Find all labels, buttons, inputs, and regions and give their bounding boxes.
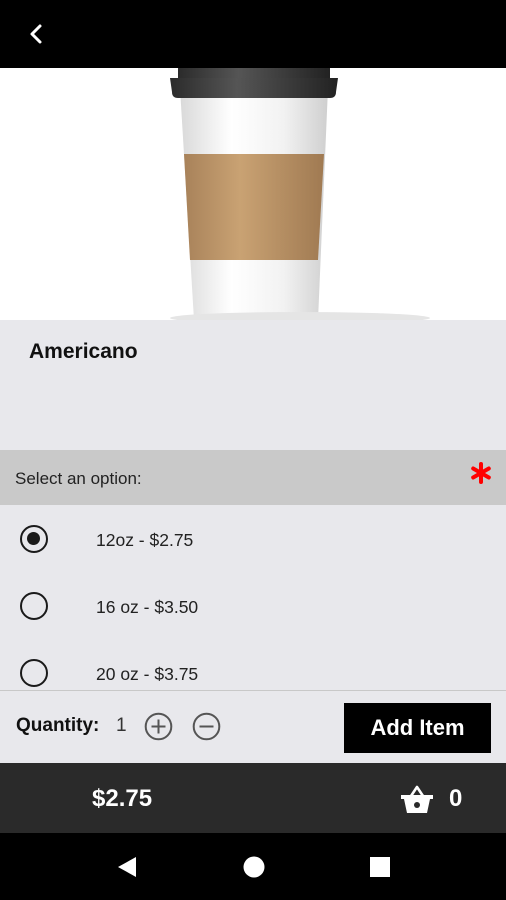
product-name: Americano (29, 340, 138, 363)
system-nav-bar (0, 833, 506, 900)
required-asterisk-icon (471, 462, 491, 484)
quantity-value: 1 (116, 715, 127, 736)
coffee-cup-image (170, 68, 430, 320)
nav-recents-button[interactable] (366, 853, 394, 881)
chevron-left-icon (30, 24, 42, 44)
app-top-bar (0, 0, 506, 68)
radio-button[interactable] (20, 659, 48, 687)
radio-button-selected[interactable] (20, 525, 48, 553)
product-title-area: Americano (0, 320, 506, 450)
product-image (0, 68, 506, 320)
quantity-bar: Quantity: 1 Add Item (0, 690, 506, 763)
square-recents-icon (370, 857, 390, 877)
option-row-12oz[interactable]: 12oz - $2.75 (0, 505, 506, 565)
radio-button[interactable] (20, 592, 48, 620)
plus-circle-icon[interactable] (144, 712, 173, 741)
cart-count: 0 (449, 785, 463, 812)
nav-home-button[interactable] (240, 853, 268, 881)
nav-back-button[interactable] (112, 853, 140, 881)
triangle-back-icon (118, 857, 136, 877)
option-label: 12oz - $2.75 (96, 530, 194, 550)
cart-total: $2.75 (92, 785, 153, 812)
radio-dot (27, 532, 40, 545)
option-row-16oz[interactable]: 16 oz - $3.50 (0, 572, 506, 632)
add-item-button[interactable]: Add Item (344, 703, 491, 753)
option-header-label: Select an option: (15, 469, 142, 488)
option-row-20oz[interactable]: 20 oz - $3.75 (0, 639, 506, 690)
option-list: 12oz - $2.75 16 oz - $3.50 20 oz - $3.75 (0, 505, 506, 690)
cart-bar[interactable]: $2.75 0 (0, 763, 506, 833)
option-section-header: Select an option: (0, 450, 506, 505)
minus-circle-icon[interactable] (192, 712, 221, 741)
back-button[interactable] (18, 16, 54, 52)
basket-icon[interactable] (400, 784, 434, 814)
circle-home-icon (243, 856, 265, 878)
quantity-label: Quantity: (16, 715, 100, 736)
option-label: 20 oz - $3.75 (96, 664, 199, 684)
option-label: 16 oz - $3.50 (96, 597, 199, 617)
